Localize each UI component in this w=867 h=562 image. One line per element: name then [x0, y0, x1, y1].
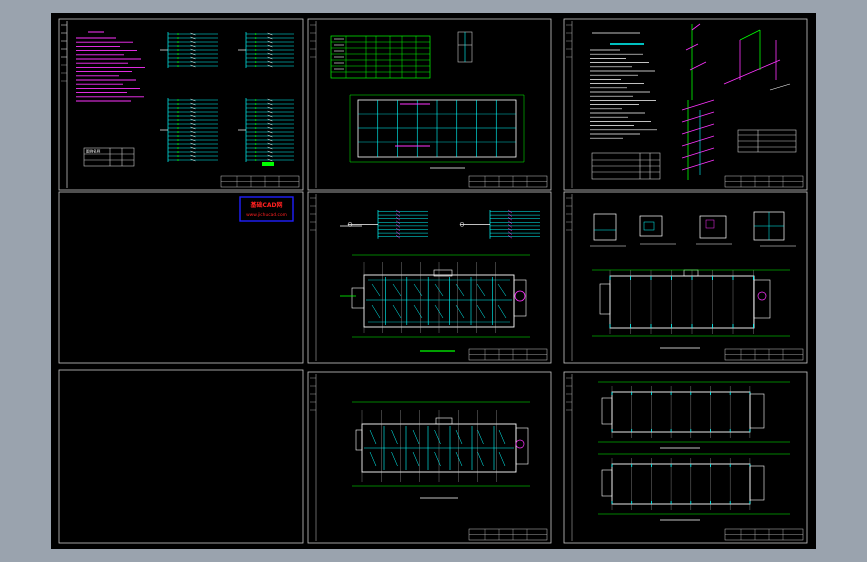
cad-node: [254, 49, 257, 51]
cad-node: [254, 143, 257, 145]
cad-node: [254, 147, 257, 149]
cad-node: [177, 99, 179, 101]
cad-node: [254, 57, 257, 59]
cad-node: [254, 45, 257, 47]
cad-node: [254, 151, 257, 153]
cad-node: [177, 57, 179, 59]
cad-node: [254, 111, 257, 113]
cad-node: [254, 99, 257, 101]
cad-node: [177, 155, 179, 157]
legend-header-text: 图例名称: [86, 149, 101, 154]
cad-node: [177, 127, 179, 129]
cad-node: [254, 53, 257, 55]
cad-node: [177, 65, 179, 67]
cad-node: [254, 115, 257, 117]
cad-node: [177, 115, 179, 117]
cad-label: [262, 162, 274, 166]
cad-node: [254, 139, 257, 141]
cad-node: [177, 111, 179, 113]
cad-node: [254, 103, 257, 105]
stamp-line-1: 基础CAD网: [249, 201, 282, 209]
cad-node: [177, 41, 179, 43]
cad-node: [177, 143, 179, 145]
cad-node: [177, 45, 179, 47]
cad-node: [177, 159, 179, 161]
stamp-line-2: www.jichucad.com: [246, 212, 287, 218]
cad-node: [177, 103, 179, 105]
cad-node: [177, 33, 179, 35]
cad-node: [177, 53, 179, 55]
cad-node: [254, 123, 257, 125]
cad-node: [254, 33, 257, 35]
cad-node: [177, 139, 179, 141]
cad-node: [177, 123, 179, 125]
cad-node: [177, 107, 179, 109]
cad-node: [254, 127, 257, 129]
cad-node: [254, 37, 257, 39]
cad-node: [177, 135, 179, 137]
cad-node: [177, 151, 179, 153]
cad-drawing-canvas[interactable]: 图例名称 基础CAD网 www.jichucad.com: [0, 0, 867, 562]
cad-node: [254, 65, 257, 67]
cad-node: [177, 119, 179, 121]
model-space[interactable]: [51, 13, 816, 549]
cad-node: [177, 37, 179, 39]
cad-node: [254, 131, 257, 133]
cad-node: [254, 135, 257, 137]
cad-node: [254, 61, 257, 63]
cad-node: [177, 61, 179, 63]
cad-node: [177, 49, 179, 51]
sheet-4-content: 基础CAD网 www.jichucad.com: [239, 196, 294, 222]
cad-node: [254, 119, 257, 121]
cad-node: [254, 155, 257, 157]
cad-node: [254, 107, 257, 109]
cad-node: [177, 131, 179, 133]
cad-node: [254, 41, 257, 43]
cad-node: [177, 147, 179, 149]
cad-node: [254, 159, 257, 161]
